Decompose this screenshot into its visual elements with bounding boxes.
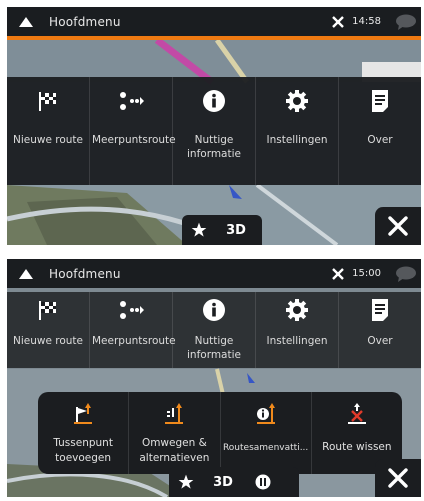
chevron-up-icon <box>19 268 33 279</box>
menu-item-settings[interactable]: Instellingen <box>255 77 338 185</box>
document-icon <box>372 299 388 321</box>
pause-icon <box>255 474 271 490</box>
main-menu: Nieuwe route Meerpuntsroute Nuttige info… <box>7 77 421 185</box>
message-icon[interactable] <box>395 14 417 30</box>
multipoint-route-icon <box>120 301 144 319</box>
star-icon <box>191 222 207 237</box>
submenu-item-route-summary[interactable]: Routesamenvatti... <box>219 392 311 474</box>
submenu-item-label: Routesamenvatti... <box>222 443 309 453</box>
menu-item-about[interactable]: Over <box>338 77 421 185</box>
message-icon[interactable] <box>395 266 417 282</box>
close-icon <box>388 468 408 488</box>
info-icon <box>203 90 225 112</box>
clock: 15:00 <box>352 268 381 279</box>
info-icon <box>203 299 225 321</box>
document-icon <box>372 90 388 112</box>
gear-icon <box>286 90 308 112</box>
map-bottom-bar: 3D <box>169 467 299 497</box>
status-bar: Hoofdmenu 15:00 <box>7 259 421 288</box>
add-waypoint-icon <box>74 403 93 424</box>
menu-item-label: Over <box>367 134 393 146</box>
chevron-up-icon <box>19 16 33 27</box>
gps-icon <box>332 15 345 28</box>
checkered-flag-icon <box>39 301 56 320</box>
main-menu: Nieuwe route Meerpuntsroute Nuttige info… <box>7 292 421 368</box>
delete-route-icon <box>347 403 366 424</box>
star-icon <box>178 474 194 489</box>
submenu-item-add-waypoint[interactable]: Tussenpunt toevoegen <box>38 392 128 474</box>
page-title: Hoofdmenu <box>49 266 121 281</box>
gps-icon <box>332 267 345 280</box>
clock: 14:58 <box>352 16 381 27</box>
route-summary-icon <box>256 403 275 424</box>
menu-item-label: Nieuwe route <box>12 134 83 146</box>
close-button[interactable] <box>375 207 421 245</box>
menu-item-multipoint-route[interactable]: Meerpuntsroute <box>89 292 176 368</box>
menu-item-label: Nuttige informatie <box>187 335 241 361</box>
favorites-button[interactable] <box>182 215 216 245</box>
map-bottom-bar: 3D <box>182 215 262 245</box>
favorites-button[interactable] <box>169 467 203 497</box>
accent-line <box>7 36 421 40</box>
route-submenu: Tussenpunt toevoegen Omwegen & alternati… <box>38 392 402 474</box>
detours-icon <box>165 403 184 424</box>
status-bar: Hoofdmenu 14:58 <box>7 7 421 36</box>
submenu-item-label: Omwegen & alternatieven <box>139 437 210 464</box>
menu-item-settings[interactable]: Instellingen <box>255 292 338 368</box>
gear-icon <box>286 299 308 321</box>
back-button[interactable] <box>11 7 41 36</box>
checkered-flag-icon <box>39 92 56 111</box>
page-title: Hoofdmenu <box>49 14 121 29</box>
back-button[interactable] <box>11 259 41 288</box>
menu-item-about[interactable]: Over <box>338 292 421 368</box>
menu-item-useful-info[interactable]: Nuttige informatie <box>172 77 255 185</box>
view-mode-button[interactable]: 3D <box>216 215 256 245</box>
menu-item-multipoint-route[interactable]: Meerpuntsroute <box>89 77 176 185</box>
pause-button[interactable] <box>243 467 283 497</box>
screen-route-submenu: Hoofdmenu 15:00 Nieuwe route Meerpuntsro… <box>7 259 421 497</box>
menu-item-label: Instellingen <box>266 335 328 347</box>
menu-item-label: Nieuwe route <box>12 335 83 347</box>
menu-item-label: Meerpuntsroute <box>92 134 176 146</box>
menu-item-label: Instellingen <box>266 134 328 146</box>
close-button[interactable] <box>375 459 421 497</box>
menu-item-label: Meerpuntsroute <box>92 335 176 347</box>
menu-item-new-route[interactable]: Nieuwe route <box>7 77 89 185</box>
menu-item-label: Over <box>367 335 393 347</box>
submenu-item-label: Route wissen <box>322 441 392 453</box>
menu-item-label: Nuttige informatie <box>187 134 241 160</box>
submenu-item-label: Tussenpunt toevoegen <box>53 437 113 464</box>
multipoint-route-icon <box>120 92 144 110</box>
screen-main-menu: Hoofdmenu 14:58 Nieuwe route Meerpuntsro… <box>7 7 421 245</box>
close-icon <box>388 216 408 236</box>
menu-item-useful-info[interactable]: Nuttige informatie <box>172 292 255 368</box>
view-mode-button[interactable]: 3D <box>203 467 243 497</box>
menu-item-new-route[interactable]: Nieuwe route <box>7 292 89 368</box>
submenu-item-detours[interactable]: Omwegen & alternatieven <box>128 392 219 474</box>
